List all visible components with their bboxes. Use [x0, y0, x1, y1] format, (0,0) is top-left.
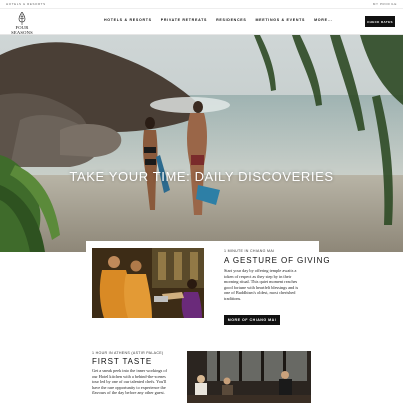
- second-heading: FIRST TASTE: [92, 357, 153, 366]
- hero-title: TAKE YOUR TIME: DAILY DISCOVERIES: [69, 169, 334, 184]
- logo-wordmark: FOUR SEASONS: [11, 25, 33, 35]
- utility-bar: HOTELS & RESORTS MY PROFILE: [0, 0, 403, 9]
- feature-body: Start your day by offering temple awaits…: [224, 268, 298, 302]
- second-eyebrow: 1 HOUR IN ATHENS (ASTIR PALACE): [92, 351, 164, 355]
- kitchen-photo: [187, 351, 311, 403]
- nav-item-meetings-events[interactable]: MEETINGS & EVENTS: [255, 18, 305, 22]
- hero-photo: [0, 35, 403, 252]
- site-header: FOUR SEASONS HOTELS & RESORTS PRIVATE RE…: [0, 9, 403, 35]
- second-body-line: flavours of the day before any other gue…: [92, 390, 165, 396]
- feature-card-chiang-mai: 1 MINUTE IN CHIANG MAI A GESTURE OF GIVI…: [86, 241, 330, 326]
- feature-heading: A GESTURE OF GIVING: [224, 256, 331, 265]
- feature-body-line: Start your day by offering temple awaits…: [224, 268, 297, 273]
- second-body: Get a sneak peek into the inner workings…: [92, 368, 167, 396]
- tree-icon: [18, 12, 26, 25]
- second-body-line: tour led by one of our talented chefs. Y…: [92, 379, 167, 385]
- feature-eyebrow: 1 MINUTE IN CHIANG MAI: [224, 249, 275, 253]
- check-rates-button[interactable]: CHECK RATES: [365, 16, 395, 27]
- four-seasons-logo[interactable]: FOUR SEASONS: [5, 12, 39, 35]
- hero-banner: TAKE YOUR TIME: DAILY DISCOVERIES: [0, 35, 403, 252]
- feature-body-line: traditions.: [224, 295, 242, 301]
- nav-item-private-retreats[interactable]: PRIVATE RETREATS: [161, 18, 207, 22]
- utility-link-hotels[interactable]: HOTELS & RESORTS: [6, 2, 46, 6]
- second-body-line: Get a sneak peek into the inner workings…: [92, 368, 167, 373]
- nav-item-more[interactable]: MORE...: [314, 18, 333, 22]
- utility-link-profile[interactable]: MY PROFILE: [373, 2, 397, 6]
- more-of-chiang-mai-button[interactable]: MORE OF CHIANG MAI: [224, 315, 280, 325]
- nav-item-residences[interactable]: RESIDENCES: [216, 18, 246, 22]
- main-nav: HOTELS & RESORTS PRIVATE RETREATS RESIDE…: [104, 18, 342, 22]
- nav-item-hotels-resorts[interactable]: HOTELS & RESORTS: [104, 18, 152, 22]
- monks-photo: [92, 248, 204, 318]
- feature-body-line: morning ritual. This quiet moment reache…: [224, 279, 298, 285]
